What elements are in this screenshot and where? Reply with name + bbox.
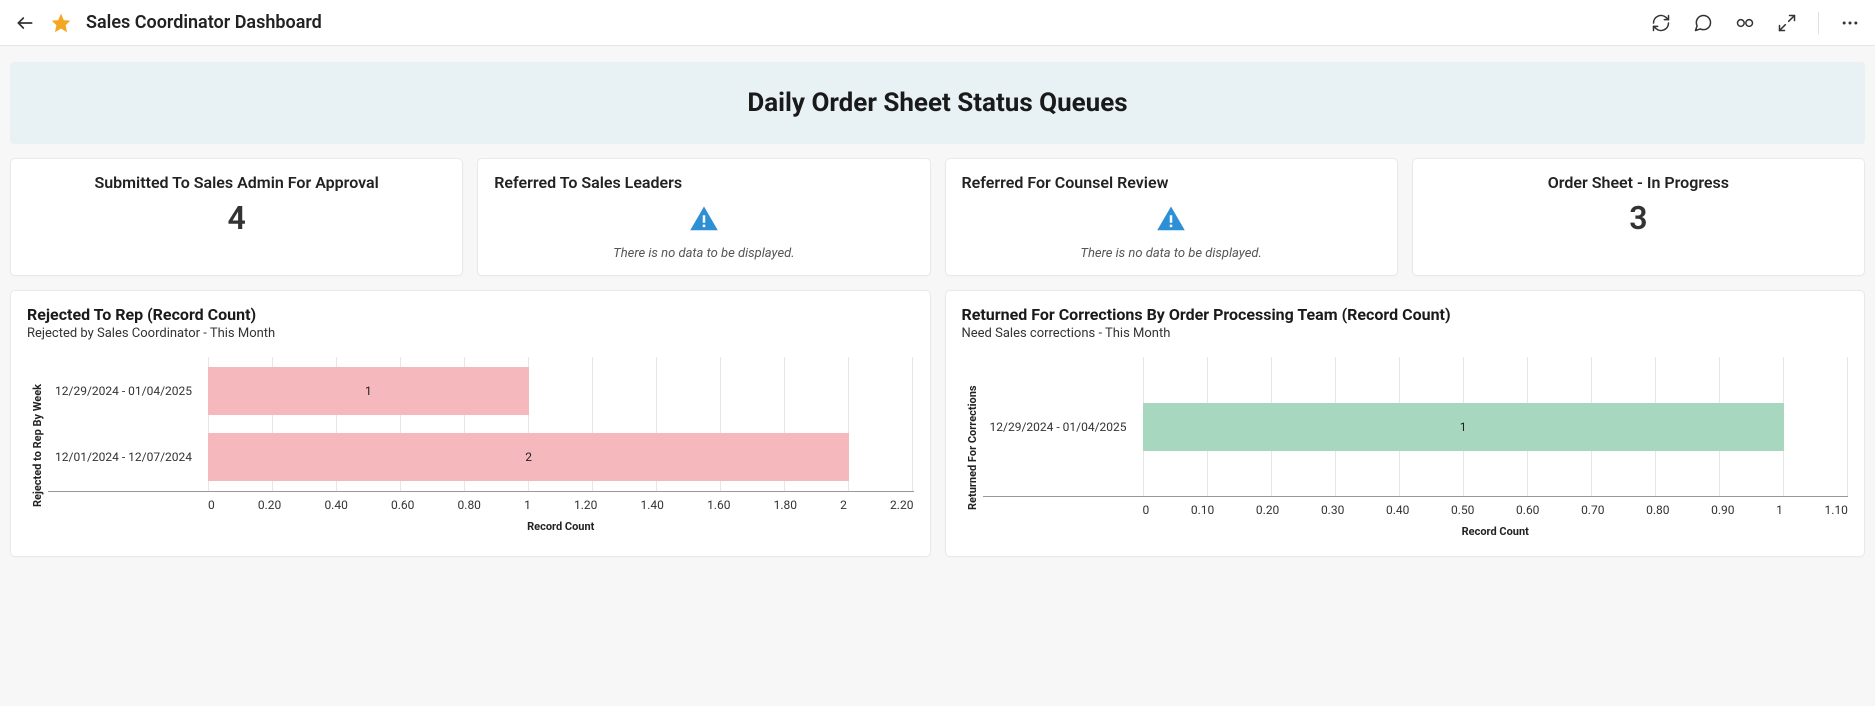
category-label: 12/29/2024 - 01/04/2025 [48,384,198,398]
x-tick: 1.60 [707,498,730,512]
kpi-title: Referred To Sales Leaders [494,173,913,192]
bar-track: 1 [1143,403,1849,451]
x-tick: 1.40 [641,498,664,512]
divider [1818,12,1819,34]
bar-track: 1 [208,367,914,415]
warning-icon [1156,204,1186,238]
x-tick: 0.90 [1711,503,1734,517]
x-tick: 0 [208,498,215,512]
bar[interactable]: 2 [208,433,849,481]
page-title: Sales Coordinator Dashboard [86,12,322,33]
x-tick: 0.80 [458,498,481,512]
x-tick: 0.30 [1321,503,1344,517]
kpi-title: Order Sheet - In Progress [1429,173,1848,192]
x-tick: 0.20 [1256,503,1279,517]
x-tick: 0.60 [1516,503,1539,517]
x-tick: 0.60 [391,498,414,512]
kpi-order-sheet-in-progress[interactable]: Order Sheet - In Progress 3 [1412,158,1865,276]
bar-row: 12/29/2024 - 01/04/2025 1 [48,367,914,415]
x-tick: 2 [840,498,847,512]
nodata-message: There is no data to be displayed. [1080,246,1261,261]
bars-area: 12/29/2024 - 01/04/2025 1 12/01/2024 - 12/… [48,357,914,492]
x-axis-label: Record Count [208,520,914,533]
category-label: 12/29/2024 - 01/04/2025 [983,420,1133,434]
expand-icon[interactable] [1776,12,1798,34]
chart-rejected-to-rep[interactable]: Rejected To Rep (Record Count) Rejected … [10,290,931,557]
comment-icon[interactable] [1692,12,1714,34]
x-tick: 0 [1143,503,1150,517]
kpi-value: 3 [1429,202,1848,234]
x-tick: 1 [1776,503,1783,517]
kpi-row: Submitted To Sales Admin For Approval 4 … [6,158,1869,276]
topbar-actions [1650,12,1861,34]
banner: Daily Order Sheet Status Queues [10,62,1865,144]
bar[interactable]: 1 [1143,403,1784,451]
kpi-submitted-to-sales-admin[interactable]: Submitted To Sales Admin For Approval 4 [10,158,463,276]
bar-track: 2 [208,433,914,481]
chart-body: Rejected to Rep By Week 12/29/2024 - 01/… [27,357,914,533]
dashboard-content: Daily Order Sheet Status Queues Submitte… [0,46,1875,569]
x-ticks: 0 0.10 0.20 0.30 0.40 0.50 0.60 0.70 0.80 0.90 1 1.… [1143,497,1849,517]
x-tick: 0.20 [258,498,281,512]
x-tick: 1.20 [574,498,597,512]
x-tick: 1 [524,498,531,512]
x-tick: 1.10 [1825,503,1848,517]
bar-row: 12/01/2024 - 12/07/2024 2 [48,433,914,481]
nodata-block: There is no data to be displayed. [962,204,1381,261]
presentation-icon[interactable] [1734,12,1756,34]
x-tick: 1.80 [774,498,797,512]
x-axis-label: Record Count [1143,525,1849,538]
banner-title: Daily Order Sheet Status Queues [20,88,1855,118]
x-ticks: 0 0.20 0.40 0.60 0.80 1 1.20 1.40 1.60 1.80 2 2.20 [208,492,914,512]
x-tick: 2.20 [890,498,913,512]
kpi-referred-to-sales-leaders[interactable]: Referred To Sales Leaders There is no da… [477,158,930,276]
category-label: 12/01/2024 - 12/07/2024 [48,450,198,464]
topbar-left: Sales Coordinator Dashboard [14,12,322,34]
bars-area: 12/29/2024 - 01/04/2025 1 [983,357,1849,497]
chart-row: Rejected To Rep (Record Count) Rejected … [6,276,1869,557]
chart-returned-for-corrections[interactable]: Returned For Corrections By Order Proces… [945,290,1866,557]
x-tick: 0.10 [1191,503,1214,517]
topbar: Sales Coordinator Dashboard [0,0,1875,46]
chart-subtitle: Need Sales corrections - This Month [962,326,1849,341]
y-axis-label: Returned For Corrections [962,357,983,538]
x-tick: 0.40 [1386,503,1409,517]
warning-icon [689,204,719,238]
chart-title: Returned For Corrections By Order Proces… [962,305,1849,324]
chart-title: Rejected To Rep (Record Count) [27,305,914,324]
back-icon[interactable] [14,12,36,34]
kpi-referred-for-counsel-review[interactable]: Referred For Counsel Review There is no … [945,158,1398,276]
nodata-block: There is no data to be displayed. [494,204,913,261]
x-tick: 0.70 [1581,503,1604,517]
chart-body: Returned For Corrections 12/29/2024 - 01… [962,357,1849,538]
favorite-star-icon[interactable] [50,12,72,34]
plot-area: 12/29/2024 - 01/04/2025 1 0 0.10 0.20 0.30 0.… [983,357,1849,538]
x-tick: 0.80 [1646,503,1669,517]
nodata-message: There is no data to be displayed. [613,246,794,261]
more-icon[interactable] [1839,12,1861,34]
x-tick: 0.40 [324,498,347,512]
bar[interactable]: 1 [208,367,529,415]
x-tick: 0.50 [1451,503,1474,517]
bar-row: 12/29/2024 - 01/04/2025 1 [983,403,1849,451]
kpi-title: Referred For Counsel Review [962,173,1381,192]
plot-area: 12/29/2024 - 01/04/2025 1 12/01/2024 - 12/… [48,357,914,533]
kpi-value: 4 [27,202,446,234]
refresh-icon[interactable] [1650,12,1672,34]
kpi-title: Submitted To Sales Admin For Approval [27,173,446,192]
chart-subtitle: Rejected by Sales Coordinator - This Mon… [27,326,914,341]
y-axis-label: Rejected to Rep By Week [27,357,48,533]
